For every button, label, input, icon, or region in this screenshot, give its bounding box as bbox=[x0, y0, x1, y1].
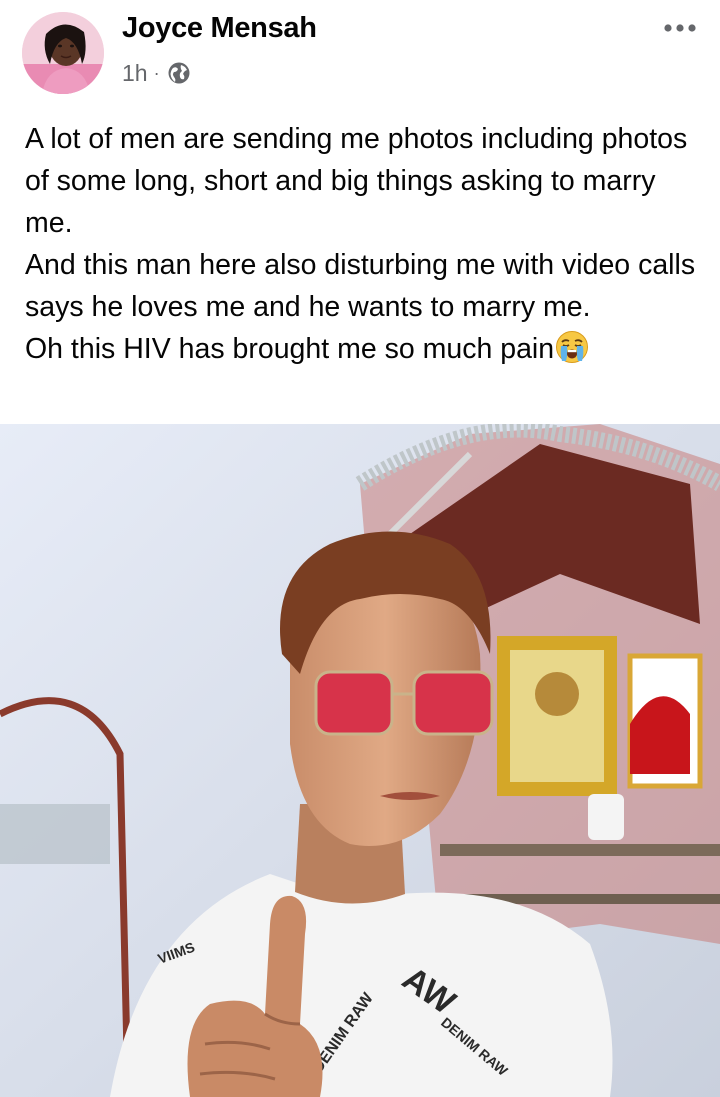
more-options-button[interactable] bbox=[656, 10, 704, 46]
caption-line: A lot of men are sending me photos inclu… bbox=[25, 123, 688, 239]
post-caption: A lot of men are sending me photos inclu… bbox=[25, 118, 705, 370]
facebook-post: Joyce Mensah 1h · A lot of men are sendi… bbox=[0, 0, 720, 1097]
author-name[interactable]: Joyce Mensah bbox=[122, 12, 317, 45]
more-options-icon bbox=[664, 24, 696, 32]
globe-icon[interactable] bbox=[167, 61, 191, 85]
caption-line: Oh this HIV has brought me so much pain bbox=[25, 328, 705, 370]
post-header: Joyce Mensah 1h · bbox=[0, 0, 720, 100]
meta-separator: · bbox=[153, 62, 160, 83]
selfie-photo-icon: AW DENIM RAW DENIM RAW VIIMS bbox=[0, 424, 720, 1097]
profile-photo-icon bbox=[22, 12, 104, 94]
post-timestamp[interactable]: 1h bbox=[122, 60, 148, 87]
caption-line: And this man here also disturbing me wit… bbox=[25, 244, 705, 328]
post-photo[interactable]: AW DENIM RAW DENIM RAW VIIMS bbox=[0, 424, 720, 1097]
post-meta: 1h · bbox=[122, 58, 191, 88]
caption-line-text: And this man here also disturbing me wit… bbox=[25, 249, 696, 323]
loudly-crying-face-icon bbox=[555, 330, 589, 364]
caption-line-text: Oh this HIV has brought me so much pain bbox=[25, 333, 555, 365]
author-avatar[interactable] bbox=[22, 12, 104, 94]
